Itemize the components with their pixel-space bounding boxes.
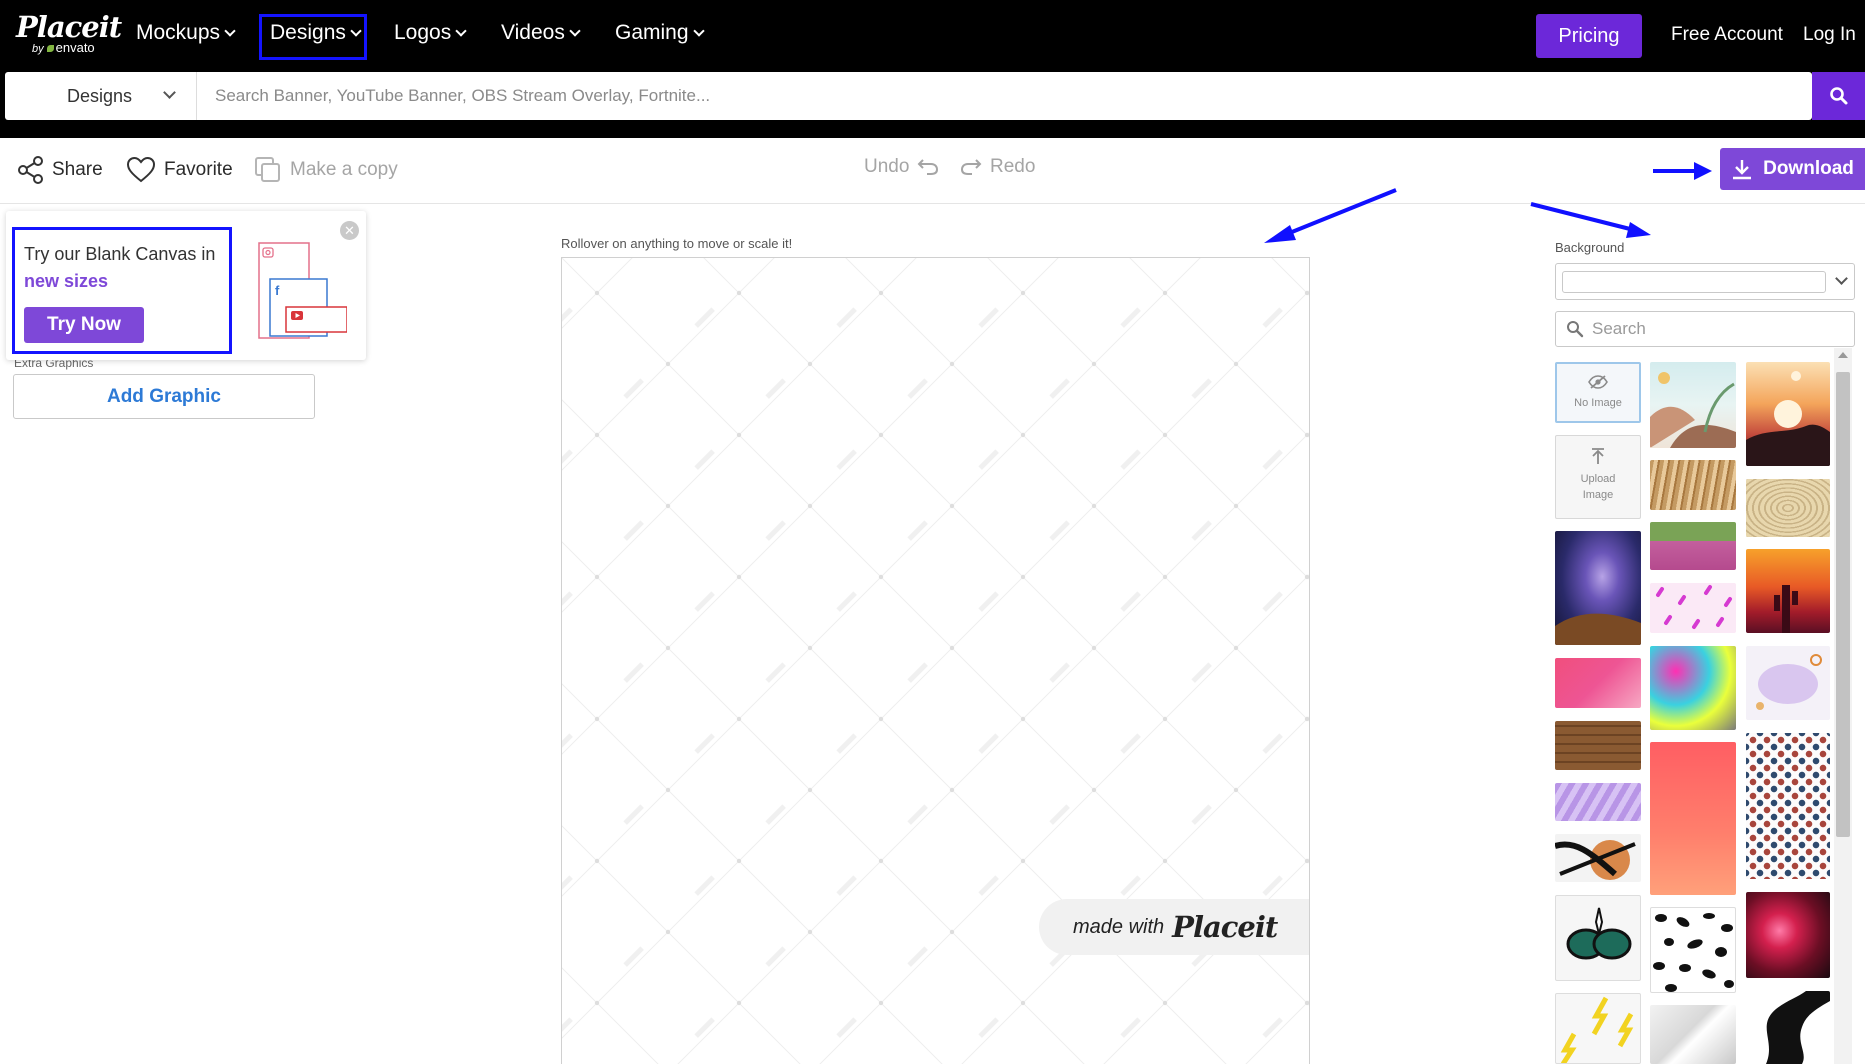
- chevron-down-icon: [455, 24, 467, 37]
- background-thumb-sunset[interactable]: [1746, 362, 1830, 466]
- background-thumb-flower-field[interactable]: [1650, 522, 1736, 570]
- confetti-pattern: [1656, 585, 1732, 629]
- close-icon[interactable]: ✕: [340, 221, 359, 240]
- social-sizes-illustration: f: [258, 242, 347, 339]
- heart-icon: [126, 156, 156, 183]
- category-dropdown[interactable]: Designs: [5, 72, 197, 120]
- sunset-shape: [1746, 371, 1830, 466]
- background-search: [1555, 311, 1855, 347]
- promo-text: Try our Blank Canvas in new sizes: [24, 244, 216, 291]
- background-thumb-zebra-waves[interactable]: [1746, 991, 1830, 1064]
- search-icon: [1567, 321, 1584, 338]
- abstract-shapes: [1555, 840, 1636, 880]
- background-thumb-wheat-field[interactable]: [1650, 460, 1736, 510]
- logo-wordmark: Placeit: [16, 10, 122, 44]
- editor-toolbar: Share Favorite Make a copy Undo Redo Dow…: [0, 138, 1865, 204]
- svg-text:f: f: [275, 283, 280, 298]
- background-thumb-coral-gradient[interactable]: [1650, 742, 1736, 895]
- leaf-logo-shape: [1566, 907, 1632, 960]
- background-search-input[interactable]: [1592, 312, 1842, 346]
- background-scrollbar-thumb[interactable]: [1836, 372, 1850, 837]
- made-with-placeit-watermark: made with Placeit: [1039, 899, 1309, 955]
- scroll-up-arrow-icon[interactable]: [1838, 352, 1848, 358]
- top-navigation-bar: Placeit by envato Mockups Designs Logos V…: [0, 0, 1865, 72]
- search-band: Designs: [0, 72, 1865, 138]
- chevron-down-icon: [569, 24, 581, 37]
- logo-byline: by envato: [32, 40, 95, 55]
- background-thumb-sand-waves[interactable]: [1746, 479, 1830, 537]
- download-icon: [1733, 160, 1752, 180]
- envato-leaf-icon: [46, 45, 54, 52]
- background-thumb-red-light[interactable]: [1746, 892, 1830, 978]
- chevron-down-icon: [163, 86, 176, 99]
- blank-canvas-promo: Try our Blank Canvas in new sizes Try No…: [6, 211, 366, 360]
- search-icon: [1829, 87, 1847, 105]
- dune-shape: [1555, 613, 1641, 645]
- share-button[interactable]: Share: [18, 156, 103, 184]
- cactus-shape: [1774, 585, 1798, 633]
- background-thumb-brick[interactable]: [1555, 721, 1641, 770]
- background-dropdown[interactable]: [1555, 263, 1855, 300]
- dalmatian-pattern: [1653, 913, 1734, 992]
- no-image-option[interactable]: No Image: [1555, 362, 1641, 423]
- free-account-link[interactable]: Free Account: [1671, 24, 1783, 46]
- redo-button[interactable]: Redo: [960, 156, 1035, 178]
- background-thumb-pink-waves[interactable]: [1555, 658, 1641, 708]
- chevron-down-icon: [692, 24, 705, 37]
- background-thumb-galaxy[interactable]: [1555, 531, 1641, 645]
- make-copy-button[interactable]: Make a copy: [254, 156, 398, 184]
- design-canvas[interactable]: made with Placeit: [561, 257, 1310, 1064]
- background-thumb-neon-gradient[interactable]: [1650, 646, 1736, 730]
- background-thumb-purple-marble[interactable]: [1555, 783, 1641, 821]
- background-thumb-silver-geometric[interactable]: [1650, 1005, 1736, 1064]
- nav-videos[interactable]: Videos: [501, 21, 581, 45]
- background-label: Background: [1555, 240, 1625, 255]
- placeit-logo[interactable]: Placeit by envato: [16, 10, 122, 55]
- background-thumb-lavender-blob[interactable]: [1746, 646, 1830, 720]
- undo-icon: [918, 159, 939, 175]
- designs-highlight-box: [259, 14, 367, 60]
- redo-icon: [960, 159, 982, 175]
- try-now-button[interactable]: Try Now: [24, 307, 144, 343]
- background-thumb-dalmatian[interactable]: [1650, 907, 1736, 993]
- background-dropdown-value: [1562, 271, 1826, 293]
- chevron-down-icon: [1835, 272, 1848, 285]
- login-link[interactable]: Log In: [1803, 24, 1856, 46]
- chevron-down-icon: [224, 24, 236, 37]
- background-thumb-polka-dots[interactable]: [1746, 733, 1830, 879]
- upload-icon: [1592, 448, 1604, 464]
- nav-mockups[interactable]: Mockups: [136, 21, 236, 45]
- lightning-pattern: [1560, 996, 1634, 1063]
- share-icon: [18, 156, 43, 184]
- background-thumb-desert-moon[interactable]: [1650, 362, 1736, 448]
- background-thumb-lightning[interactable]: [1555, 993, 1641, 1064]
- blob-shape: [1756, 654, 1822, 710]
- pricing-button[interactable]: Pricing: [1536, 14, 1642, 58]
- zebra-wave-shape: [1766, 991, 1830, 1064]
- desert-shape: [1650, 372, 1736, 448]
- background-thumb-desert-cactus[interactable]: [1746, 549, 1830, 633]
- search-input[interactable]: [215, 72, 1795, 120]
- search-button[interactable]: [1812, 72, 1865, 120]
- background-thumb-pink-confetti[interactable]: [1650, 583, 1736, 633]
- upload-image-option[interactable]: Upload Image: [1555, 435, 1641, 519]
- background-thumb-leaf-logo[interactable]: [1555, 895, 1641, 981]
- add-graphic-button[interactable]: Add Graphic: [13, 374, 315, 419]
- eye-slash-icon: [1588, 375, 1608, 389]
- background-thumb-abstract-shapes[interactable]: [1555, 834, 1641, 882]
- search-box: Designs: [5, 72, 1812, 120]
- download-button[interactable]: Download: [1720, 148, 1865, 190]
- canvas-hint: Rollover on anything to move or scale it…: [561, 236, 793, 251]
- favorite-button[interactable]: Favorite: [126, 156, 233, 183]
- undo-button[interactable]: Undo: [864, 156, 939, 178]
- nav-logos[interactable]: Logos: [394, 21, 467, 45]
- nav-gaming[interactable]: Gaming: [615, 21, 705, 45]
- copy-icon: [255, 157, 280, 182]
